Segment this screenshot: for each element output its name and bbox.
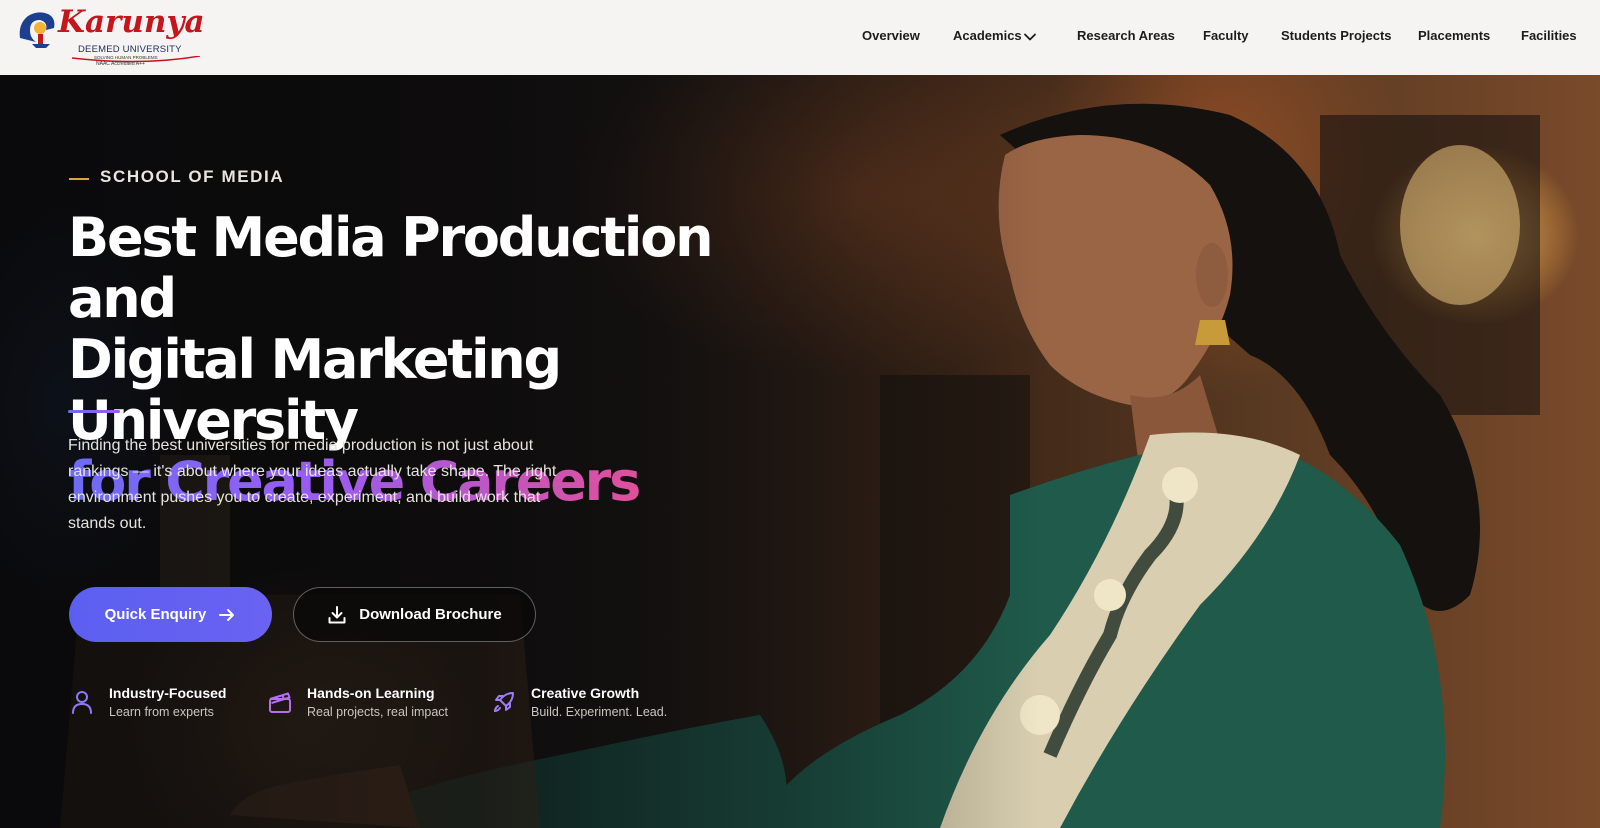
quick-enquiry-label: Quick Enquiry — [104, 606, 207, 623]
hero-section: SCHOOL OF MEDIA Best Media Production an… — [0, 75, 1600, 828]
download-brochure-button[interactable]: Download Brochure — [293, 587, 536, 642]
feature-subtitle: Real projects, real impact — [307, 705, 449, 719]
headline-line-1: Best Media Production and — [68, 206, 714, 330]
main-nav: Overview Academics Research Areas Facult… — [0, 0, 1600, 75]
arrow-right-icon — [219, 608, 235, 621]
user-icon — [72, 691, 92, 714]
nav-academics[interactable]: Academics — [953, 28, 1022, 43]
feature-subtitle: Learn from experts — [109, 705, 214, 719]
eyebrow-accent-line — [69, 178, 89, 180]
section-eyebrow: SCHOOL OF MEDIA — [100, 167, 285, 186]
feature-subtitle: Build. Experiment. Lead. — [531, 705, 668, 719]
feature-title: Industry-Focused — [109, 685, 227, 701]
feature-title: Creative Growth — [531, 685, 640, 701]
nav-overview[interactable]: Overview — [862, 28, 920, 43]
hero-description: Finding the best universities for media … — [68, 437, 557, 532]
nav-students-projects[interactable]: Students Projects — [1281, 28, 1392, 43]
nav-research-areas[interactable]: Research Areas — [1077, 28, 1175, 43]
quick-enquiry-button[interactable]: Quick Enquiry — [69, 587, 272, 642]
nav-facilities[interactable]: Facilities — [1521, 28, 1577, 43]
clapperboard-icon — [269, 692, 291, 713]
rocket-icon — [493, 692, 514, 713]
nav-faculty[interactable]: Faculty — [1203, 28, 1249, 43]
download-brochure-label: Download Brochure — [359, 606, 502, 623]
headline-divider — [68, 410, 120, 413]
download-icon — [328, 605, 346, 623]
site-header: Karunya DEEMED UNIVERSITY SOLVING HUMAN … — [0, 0, 1600, 75]
chevron-down-icon[interactable] — [1023, 30, 1037, 44]
feature-title: Hands-on Learning — [307, 685, 435, 701]
nav-placements[interactable]: Placements — [1418, 28, 1490, 43]
